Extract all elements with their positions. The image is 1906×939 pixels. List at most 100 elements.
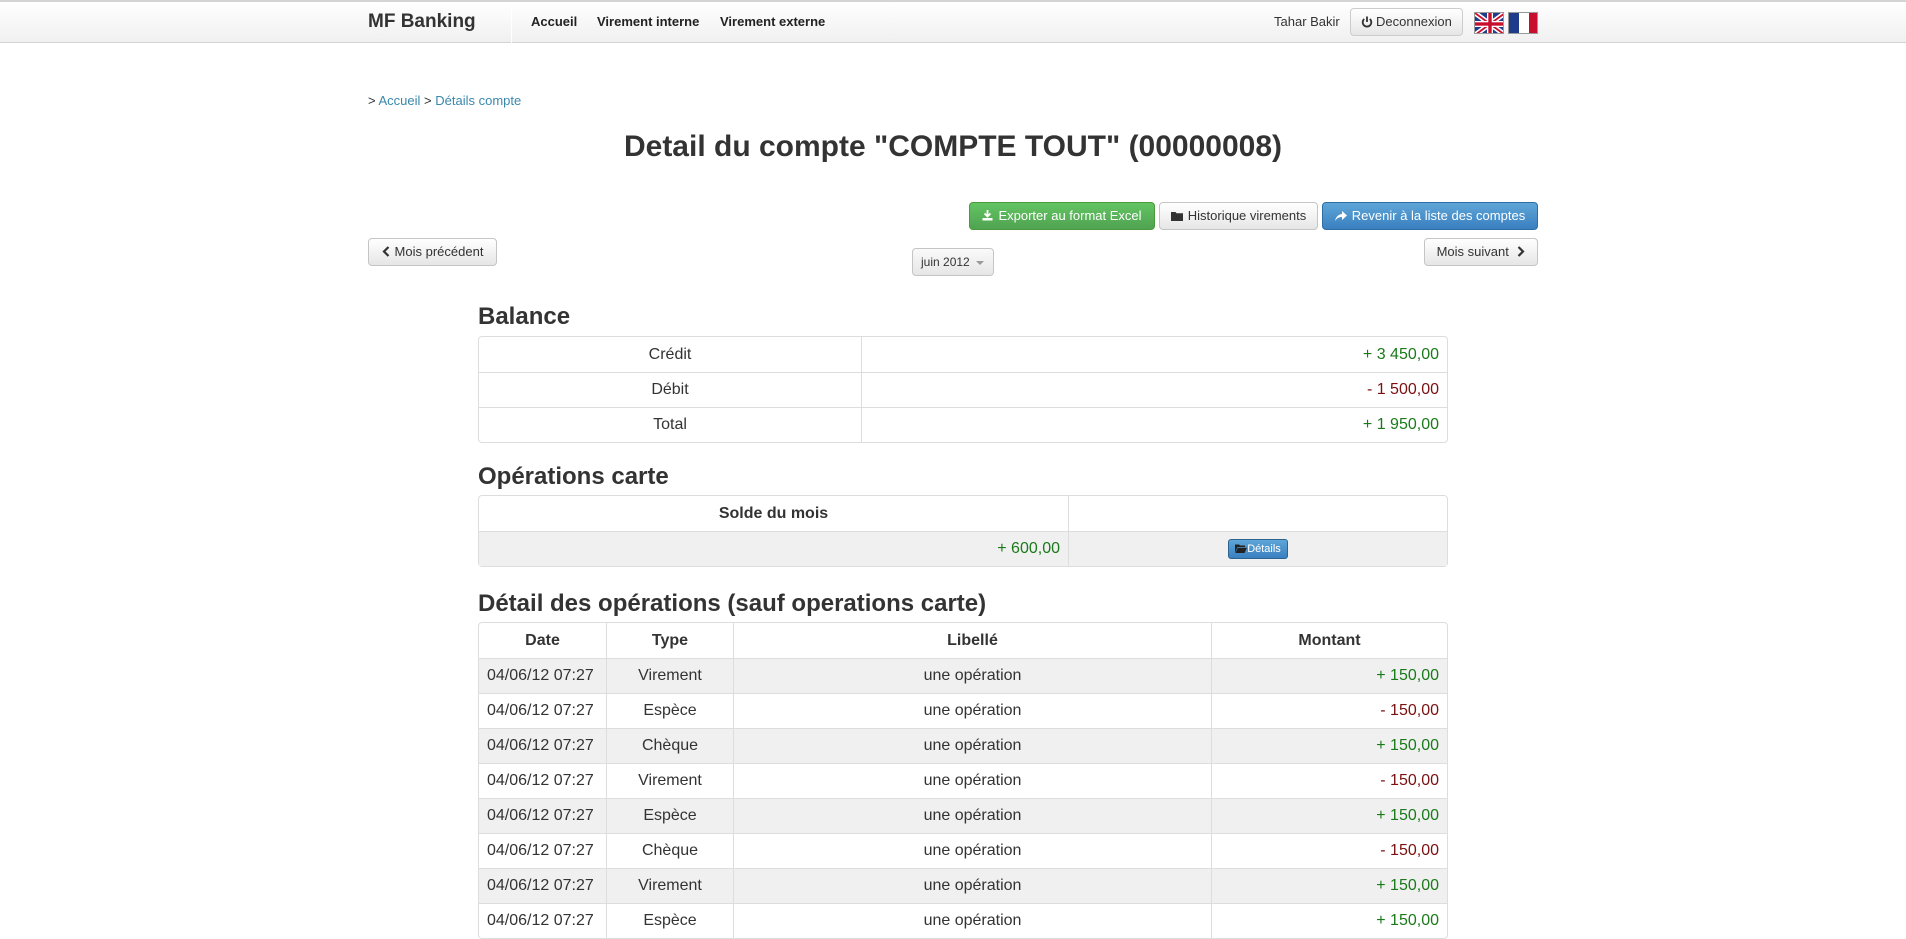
operation-label: une opération — [733, 868, 1211, 903]
operations-header-row: Date Type Libellé Montant — [479, 623, 1447, 658]
operation-date: 04/06/12 07:27 — [479, 763, 606, 798]
folder-icon — [1170, 212, 1183, 221]
operation-date: 04/06/12 07:27 — [479, 868, 606, 903]
operation-label: une opération — [733, 658, 1211, 693]
folder-open-icon — [1235, 544, 1248, 553]
month-balance-header: Solde du mois — [718, 504, 829, 522]
brand-logo[interactable]: MF Banking — [368, 8, 476, 36]
column-header-label: Libellé — [733, 623, 1211, 658]
operation-type: Espèce — [606, 798, 733, 833]
month-balance-value: + 600,00 — [479, 531, 1068, 566]
top-navbar: MF Banking Accueil Virement interne Vire… — [0, 0, 1906, 43]
operation-type: Virement — [606, 658, 733, 693]
breadcrumb-home-link[interactable]: Accueil — [379, 93, 421, 108]
balance-row-debit: Débit - 1 500,00 — [479, 372, 1447, 407]
card-operations-row: + 600,00 Détails — [479, 531, 1447, 566]
balance-value: - 1 500,00 — [861, 372, 1447, 407]
operation-date: 04/06/12 07:27 — [479, 728, 606, 763]
balance-label: Crédit — [648, 345, 692, 363]
column-header-amount: Montant — [1211, 623, 1447, 658]
operation-label: une opération — [733, 798, 1211, 833]
navbar-divider — [511, 3, 512, 43]
operation-date: 04/06/12 07:27 — [479, 658, 606, 693]
nav-link-virement-interne[interactable]: Virement interne — [597, 13, 699, 31]
balance-label: Débit — [479, 372, 861, 407]
operation-date: 04/06/12 07:27 — [479, 833, 606, 868]
balance-row-credit: Crédit + 3 450,00 — [479, 337, 1447, 372]
column-header-type: Type — [606, 623, 733, 658]
breadcrumb-current-link[interactable]: Détails compte — [435, 93, 521, 108]
operations-table: Date Type Libellé Montant 04/06/12 07:27… — [478, 622, 1448, 939]
table-row: 04/06/12 07:27 Espèce une opération - 150,0… — [479, 693, 1447, 728]
nav-link-virement-externe[interactable]: Virement externe — [720, 13, 825, 31]
logout-button[interactable]: Deconnexion — [1350, 8, 1463, 36]
uk-flag-icon[interactable] — [1474, 12, 1504, 34]
balance-table: Crédit + 3 450,00 Débit - 1 500,00 Total… — [478, 336, 1448, 443]
operation-label: une opération — [733, 833, 1211, 868]
share-arrow-icon — [1334, 211, 1347, 221]
selected-month: juin 2012 — [921, 255, 970, 269]
next-month-button[interactable]: Mois suivant — [1424, 238, 1538, 266]
balance-title: Balance — [478, 303, 571, 330]
month-select[interactable]: juin 2012 — [912, 248, 994, 276]
balance-value: + 3 450,00 — [861, 337, 1447, 372]
table-row: 04/06/12 07:27 Virement une opération - 150… — [479, 763, 1447, 798]
operation-date: 04/06/12 07:27 — [479, 798, 606, 833]
previous-month-label: Mois précédent — [394, 244, 484, 259]
nav-link-accueil[interactable]: Accueil — [531, 13, 577, 31]
table-row: 04/06/12 07:27 Espèce une opération + 150,0… — [479, 903, 1447, 938]
table-row: 04/06/12 07:27 Virement une opération + 150… — [479, 658, 1447, 693]
details-cell: Détails — [1068, 531, 1447, 566]
chevron-right-icon — [1518, 246, 1525, 257]
details-label: Détails — [1247, 542, 1281, 555]
back-to-accounts-button[interactable]: Revenir à la liste des comptes — [1322, 202, 1538, 230]
table-row: 04/06/12 07:27 Chèque une opération - 150,0… — [479, 833, 1447, 868]
operation-type: Virement — [606, 868, 733, 903]
fr-flag-icon[interactable] — [1508, 12, 1538, 34]
operation-amount: + 150,00 — [1211, 868, 1447, 903]
operation-amount: + 150,00 — [1211, 658, 1447, 693]
balance-label: Total — [479, 407, 861, 442]
next-month-label: Mois suivant — [1436, 244, 1509, 259]
card-operations-title: Opérations carte — [478, 463, 669, 490]
breadcrumb-separator: > — [424, 93, 432, 108]
operation-date: 04/06/12 07:27 — [479, 693, 606, 728]
breadcrumb-separator: > — [368, 93, 376, 108]
caret-down-icon — [976, 261, 984, 265]
column-header-date: Date — [525, 631, 560, 649]
balance-row-total: Total + 1 950,00 — [479, 407, 1447, 442]
table-row: 04/06/12 07:27 Espèce une opération + 150,0… — [479, 798, 1447, 833]
operation-type: Chèque — [606, 833, 733, 868]
table-row: 04/06/12 07:27 Virement une opération + 150… — [479, 868, 1447, 903]
balance-value: + 1 950,00 — [861, 407, 1447, 442]
previous-month-button[interactable]: Mois précédent — [368, 238, 497, 266]
operation-label: une opération — [733, 903, 1211, 938]
operation-amount: - 150,00 — [1211, 693, 1447, 728]
download-icon — [982, 210, 993, 221]
operation-amount: + 150,00 — [1211, 798, 1447, 833]
operation-type: Chèque — [606, 728, 733, 763]
logout-label: Deconnexion — [1376, 14, 1452, 29]
export-label: Exporter au format Excel — [998, 208, 1142, 223]
export-excel-button[interactable]: Exporter au format Excel — [969, 202, 1155, 230]
back-label: Revenir à la liste des comptes — [1351, 208, 1526, 223]
operation-label: une opération — [733, 728, 1211, 763]
operation-amount: - 150,00 — [1211, 763, 1447, 798]
operation-type: Espèce — [606, 693, 733, 728]
operation-type: Virement — [606, 763, 733, 798]
page-title: Detail du compte "COMPTE TOUT" (00000008… — [623, 130, 1283, 163]
operation-amount: + 150,00 — [1211, 728, 1447, 763]
operation-label: une opération — [733, 763, 1211, 798]
card-operations-header-row: Solde du mois — [479, 496, 1447, 531]
chevron-left-icon — [381, 246, 389, 257]
history-transfers-button[interactable]: Historique virements — [1159, 202, 1318, 230]
breadcrumb: > Accueil > Détails compte — [368, 92, 521, 110]
operation-amount: - 150,00 — [1211, 833, 1447, 868]
table-row: 04/06/12 07:27 Chèque une opération + 150,0… — [479, 728, 1447, 763]
operations-title: Détail des opérations (sauf operations c… — [478, 590, 987, 617]
card-details-button[interactable]: Détails — [1228, 538, 1288, 559]
history-label: Historique virements — [1187, 208, 1307, 223]
empty-header — [1068, 496, 1447, 531]
user-name: Tahar Bakir — [1274, 14, 1340, 29]
operation-amount: + 150,00 — [1211, 903, 1447, 938]
